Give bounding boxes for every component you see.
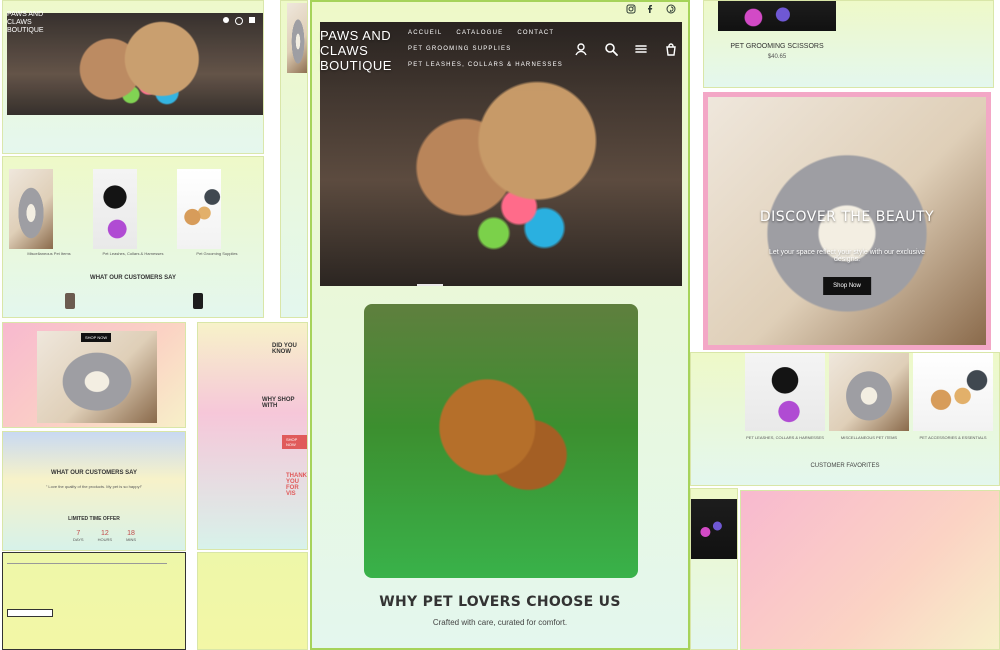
image bbox=[691, 499, 737, 559]
offer-title: LIMITED TIME OFFER bbox=[68, 516, 120, 522]
nav-item-catalogue[interactable]: CATALOGUE bbox=[456, 30, 503, 36]
discover-title: DISCOVER THE BEAUTY bbox=[759, 209, 935, 225]
section-subtitle: Crafted with care, curated for comfort. bbox=[432, 618, 568, 627]
preview-products-page: Miscellaneous Pet Items Pet Leashes, Col… bbox=[2, 156, 264, 318]
menu-icon[interactable] bbox=[634, 42, 648, 56]
product-title[interactable]: Pet Grooming Supplies bbox=[177, 251, 257, 256]
brand-logo-small: PAWS AND CLAWS BOUTIQUE bbox=[7, 11, 44, 34]
countdown-mins: 18 MINS bbox=[126, 530, 137, 542]
product-title[interactable]: Miscellaneous Pet Items bbox=[9, 251, 89, 256]
product-image[interactable] bbox=[93, 169, 137, 249]
avatar bbox=[193, 293, 203, 309]
testimonial-quote: " Love the quality of the products. My p… bbox=[45, 484, 143, 489]
preview-homepage-hero: PAWS AND CLAWS BOUTIQUE bbox=[2, 0, 264, 154]
avatar bbox=[65, 293, 75, 309]
main-nav: ACCUEIL CATALOGUE CONTACT bbox=[408, 30, 554, 36]
cart-icon[interactable] bbox=[249, 17, 255, 23]
account-icon[interactable] bbox=[574, 42, 588, 56]
section-title: WHY PET LOVERS CHOOSE US bbox=[379, 594, 621, 610]
collection-title[interactable]: PET LEASHES, COLLARS & HARNESSES bbox=[745, 435, 825, 440]
preview-footer bbox=[2, 552, 186, 650]
collection-image[interactable] bbox=[829, 353, 909, 431]
product-price: $40.65 bbox=[767, 54, 787, 60]
product-image[interactable] bbox=[718, 1, 836, 31]
preview-discover-hero: DISCOVER THE BEAUTY Let your space refle… bbox=[703, 92, 991, 350]
discover-subtitle: Let your space reflect your style with o… bbox=[768, 249, 925, 263]
countdown-hours: 12 HOURS bbox=[97, 530, 113, 542]
thank-you-title: THANK YOU FOR VIS bbox=[286, 473, 307, 497]
pinterest-icon[interactable] bbox=[666, 4, 676, 14]
shop-now-button-small[interactable]: SHOP NOW bbox=[282, 435, 307, 449]
collection-title[interactable]: PET ACCESSORIES & ESSENTIALS bbox=[913, 435, 993, 440]
email-field[interactable] bbox=[7, 609, 53, 617]
collection-title[interactable]: MISCELLANEOUS PET ITEMS bbox=[829, 435, 909, 440]
countdown-days: 7 DAYS bbox=[73, 530, 84, 542]
facebook-icon[interactable] bbox=[646, 4, 656, 14]
preview-collections: PET LEASHES, COLLARS & HARNESSES MISCELL… bbox=[690, 352, 1000, 486]
nav-item-grooming[interactable]: PET GROOMING SUPPLIES bbox=[408, 46, 511, 52]
why-shop-title: WHY SHOP WITH bbox=[262, 397, 295, 409]
section-image bbox=[364, 304, 638, 578]
collection-image[interactable] bbox=[745, 353, 825, 431]
preview-pink-panel bbox=[740, 490, 1000, 650]
testimonials-title: WHAT OUR CUSTOMERS SAY bbox=[51, 470, 137, 476]
preview-discover-section: SHOP NOW bbox=[2, 322, 186, 428]
account-icon[interactable] bbox=[223, 17, 229, 23]
homepage-preview-main: PAWS AND CLAWS BOUTIQUE ACCUEIL CATALOGU… bbox=[310, 0, 690, 650]
shop-now-button-small[interactable]: SHOP NOW bbox=[81, 333, 112, 342]
preview-product-card: PET GROOMING SCISSORS $40.65 bbox=[703, 0, 994, 88]
header-icons bbox=[574, 42, 678, 56]
search-icon[interactable] bbox=[604, 42, 618, 56]
slideshow-indicator[interactable] bbox=[417, 284, 443, 286]
nav-item-home[interactable]: ACCUEIL bbox=[408, 30, 442, 36]
shop-now-button[interactable]: Shop Now bbox=[823, 277, 871, 295]
preview-testimonials-offer: WHAT OUR CUSTOMERS SAY " Love the qualit… bbox=[2, 431, 186, 551]
image bbox=[287, 3, 307, 73]
instagram-icon[interactable] bbox=[626, 4, 636, 14]
divider bbox=[7, 563, 167, 564]
search-icon[interactable] bbox=[235, 17, 243, 25]
header-icons-small bbox=[223, 17, 255, 25]
nav-item-leashes[interactable]: PET LEASHES, COLLARS & HARNESSES bbox=[408, 62, 563, 68]
brand-logo[interactable]: PAWS AND CLAWS BOUTIQUE bbox=[320, 28, 410, 73]
product-image[interactable] bbox=[177, 169, 221, 249]
product-title[interactable]: PET GROOMING SCISSORS bbox=[718, 43, 836, 50]
did-you-know-title: DID YOU KNOW bbox=[272, 343, 297, 355]
preview-narrow bbox=[280, 0, 308, 318]
product-image[interactable] bbox=[9, 169, 53, 249]
collection-image[interactable] bbox=[913, 353, 993, 431]
bed-image bbox=[37, 331, 157, 423]
social-links bbox=[626, 4, 676, 14]
product-title[interactable]: Pet Leashes, Collars & Harnesses bbox=[93, 251, 173, 256]
cart-icon[interactable] bbox=[664, 42, 678, 56]
preview-info-sections: DID YOU KNOW WHY SHOP WITH SHOP NOW THAN… bbox=[197, 322, 308, 550]
preview-blank bbox=[197, 552, 308, 650]
testimonials-title: WHAT OUR CUSTOMERS SAY bbox=[90, 275, 176, 281]
countdown: 7 DAYS 12 HOURS 18 MINS bbox=[73, 530, 136, 542]
preview-side-panel bbox=[690, 488, 738, 650]
customer-favorites-title: CUSTOMER FAVORITES bbox=[810, 463, 880, 469]
nav-item-contact[interactable]: CONTACT bbox=[517, 30, 554, 36]
